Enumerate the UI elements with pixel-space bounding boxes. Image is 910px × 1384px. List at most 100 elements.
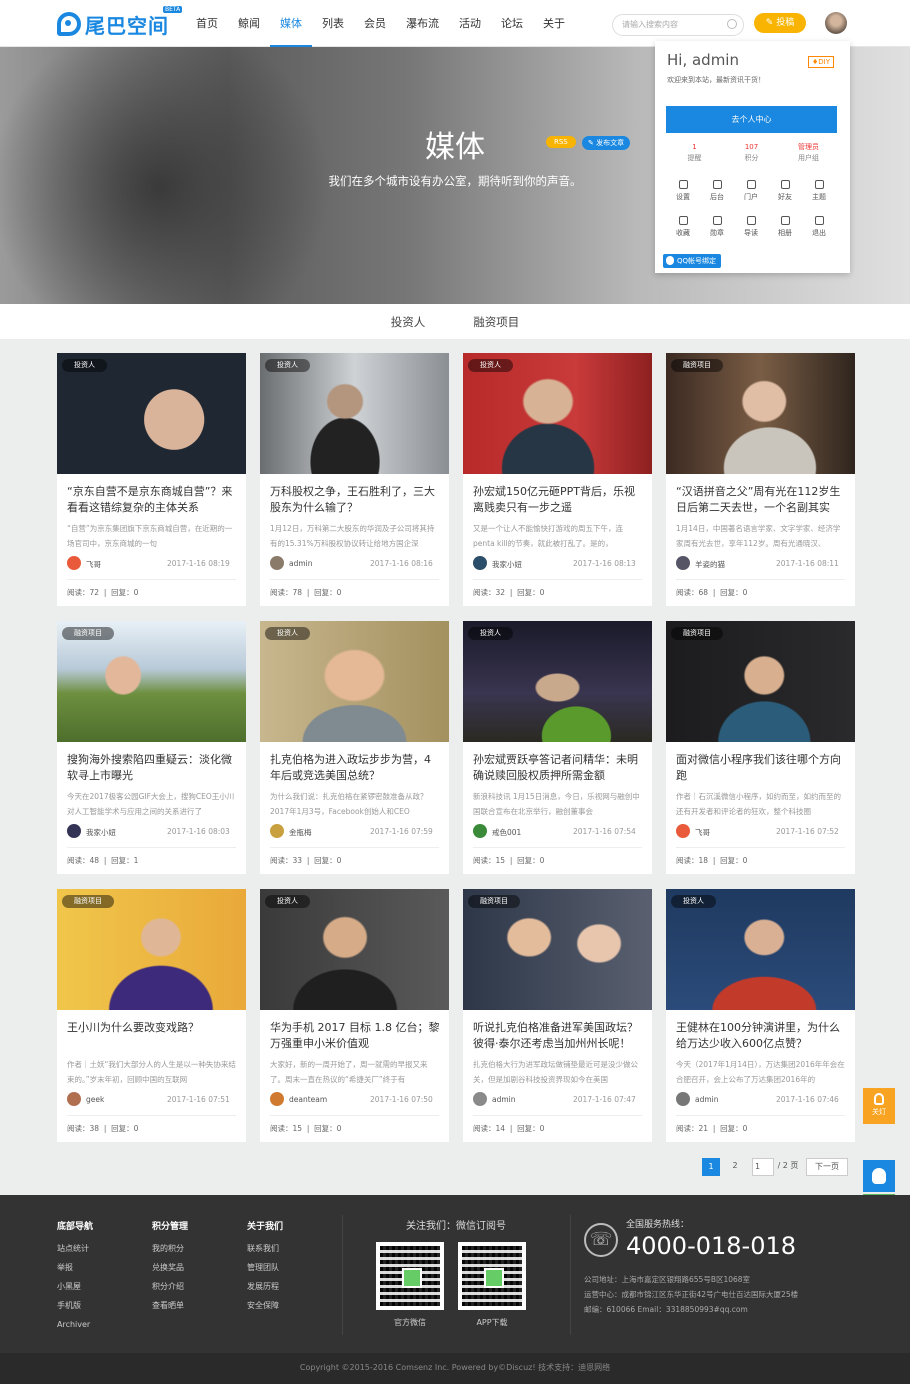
author-name[interactable]: 金瓶梅 bbox=[289, 827, 312, 838]
qq-bind-button[interactable]: QQ帐号绑定 bbox=[663, 254, 722, 268]
article-title[interactable]: 华为手机 2017 目标 1.8 亿台；黎万强重申小米价值观 bbox=[270, 1020, 440, 1052]
author-name[interactable]: deanteam bbox=[289, 1095, 327, 1104]
article-thumbnail[interactable]: 投资人 bbox=[463, 353, 652, 474]
nav-events[interactable]: 活动 bbox=[449, 0, 491, 47]
footer-link[interactable]: 我的积分 bbox=[152, 1239, 188, 1258]
article-title[interactable]: 王小川为什么要改变戏路？ bbox=[67, 1020, 237, 1052]
page-2[interactable]: 2 bbox=[726, 1158, 744, 1176]
category-tag[interactable]: 融资项目 bbox=[671, 627, 723, 640]
menu-medals[interactable]: 勋章 bbox=[700, 214, 734, 250]
author-name[interactable]: 羊姿的猫 bbox=[695, 559, 725, 570]
article-card[interactable]: 融资项目 王小川为什么要改变戏路？ 作者｜土妖“我们大部分人的人生是以一种失协来结束… bbox=[57, 889, 246, 1142]
user-avatar[interactable] bbox=[825, 12, 847, 34]
nav-waterfall[interactable]: 瀑布流 bbox=[396, 0, 449, 47]
nav-about[interactable]: 关于 bbox=[533, 0, 575, 47]
footer-link[interactable]: 查看晒单 bbox=[152, 1296, 188, 1315]
article-thumbnail[interactable]: 投资人 bbox=[666, 889, 855, 1010]
author-name[interactable]: admin bbox=[289, 559, 313, 568]
qq-float-button[interactable] bbox=[863, 1160, 895, 1192]
category-tag[interactable]: 融资项目 bbox=[671, 359, 723, 372]
article-title[interactable]: “京东自营不是京东商城自营”？来看看这错综复杂的主体关系 bbox=[67, 484, 237, 516]
tab-funding-projects[interactable]: 融资项目 bbox=[461, 304, 531, 339]
nav-media[interactable]: 媒体 bbox=[270, 0, 312, 47]
article-title[interactable]: 听说扎克伯格准备进军美国政坛？彼得·泰尔还考虑当加州州长呢！ bbox=[473, 1020, 643, 1052]
category-tag[interactable]: 投资人 bbox=[62, 359, 107, 372]
tab-investors[interactable]: 投资人 bbox=[379, 304, 438, 339]
menu-favorites[interactable]: 收藏 bbox=[666, 214, 700, 250]
next-page-button[interactable]: 下一页 bbox=[806, 1158, 848, 1176]
article-title[interactable]: 万科股权之争，王石胜利了，三大股东为什么输了？ bbox=[270, 484, 440, 516]
stat-usergroup[interactable]: 管理员 用户组 bbox=[780, 142, 837, 164]
category-tag[interactable]: 投资人 bbox=[265, 627, 310, 640]
site-logo[interactable]: 尾巴空间 BETA bbox=[57, 6, 183, 38]
author-avatar[interactable] bbox=[67, 1092, 81, 1106]
author-name[interactable]: geek bbox=[86, 1095, 104, 1104]
page-input[interactable]: 1 bbox=[752, 1158, 774, 1176]
article-card[interactable]: 融资项目 搜狗海外搜索陷四重疑云：淡化微软寻上市曝光 今天在2017极客公园GIF大… bbox=[57, 621, 246, 874]
diy-button[interactable]: ♦DIY bbox=[808, 56, 835, 68]
nav-forum[interactable]: 论坛 bbox=[491, 0, 533, 47]
user-center-button[interactable]: 去个人中心 bbox=[666, 106, 837, 133]
menu-settings[interactable]: 设置 bbox=[666, 178, 700, 214]
nav-members[interactable]: 会员 bbox=[354, 0, 396, 47]
article-thumbnail[interactable]: 融资项目 bbox=[57, 889, 246, 1010]
light-toggle-button[interactable]: 关灯 bbox=[863, 1088, 895, 1124]
category-tag[interactable]: 投资人 bbox=[468, 359, 513, 372]
menu-friends[interactable]: 好友 bbox=[768, 178, 802, 214]
author-avatar[interactable] bbox=[67, 824, 81, 838]
footer-link[interactable]: 积分介绍 bbox=[152, 1277, 188, 1296]
category-tag[interactable]: 投资人 bbox=[468, 627, 513, 640]
menu-album[interactable]: 相册 bbox=[768, 214, 802, 250]
author-avatar[interactable] bbox=[67, 556, 81, 570]
article-thumbnail[interactable]: 投资人 bbox=[260, 889, 449, 1010]
stat-reminders[interactable]: 1 提醒 bbox=[666, 142, 723, 164]
author-avatar[interactable] bbox=[270, 824, 284, 838]
article-card[interactable]: 融资项目 “汉语拼音之父”周有光在112岁生日后第二天去世，一个名副其实 1月14日… bbox=[666, 353, 855, 606]
footer-link[interactable]: 安全保障 bbox=[247, 1296, 283, 1315]
article-thumbnail[interactable]: 投资人 bbox=[260, 353, 449, 474]
menu-admin[interactable]: 后台 bbox=[700, 178, 734, 214]
category-tag[interactable]: 投资人 bbox=[265, 895, 310, 908]
menu-guide[interactable]: 导读 bbox=[734, 214, 768, 250]
menu-threads[interactable]: 主题 bbox=[802, 178, 836, 214]
footer-link[interactable]: 举报 bbox=[57, 1258, 93, 1277]
article-title[interactable]: 扎克伯格为进入政坛步步为营，4年后或竞选美国总统？ bbox=[270, 752, 440, 784]
article-card[interactable]: 投资人 王健林在100分钟演讲里，为什么给万达少收入600亿点赞？ 今天（2017年… bbox=[666, 889, 855, 1142]
author-avatar[interactable] bbox=[270, 1092, 284, 1106]
article-thumbnail[interactable]: 融资项目 bbox=[463, 889, 652, 1010]
category-tag[interactable]: 融资项目 bbox=[468, 895, 520, 908]
footer-link[interactable]: 手机版 bbox=[57, 1296, 93, 1315]
footer-link[interactable]: 兑换奖品 bbox=[152, 1258, 188, 1277]
author-avatar[interactable] bbox=[473, 1092, 487, 1106]
article-title[interactable]: 面对微信小程序我们该往哪个方向跑 bbox=[676, 752, 846, 784]
nav-home[interactable]: 首页 bbox=[186, 0, 228, 47]
search-icon[interactable] bbox=[727, 19, 737, 29]
publish-article-button[interactable]: ✎ 发布文章 bbox=[582, 136, 631, 150]
author-name[interactable]: 我家小妞 bbox=[492, 559, 522, 570]
article-title[interactable]: 搜狗海外搜索陷四重疑云：淡化微软寻上市曝光 bbox=[67, 752, 237, 784]
author-avatar[interactable] bbox=[270, 556, 284, 570]
author-name[interactable]: 飞哥 bbox=[86, 559, 101, 570]
author-name[interactable]: 戒色001 bbox=[492, 827, 521, 838]
article-card[interactable]: 投资人 扎克伯格为进入政坛步步为营，4年后或竞选美国总统？ 为什么我们说：扎克伯格在… bbox=[260, 621, 449, 874]
category-tag[interactable]: 投资人 bbox=[671, 895, 716, 908]
footer-link[interactable]: 站点统计 bbox=[57, 1239, 93, 1258]
post-button[interactable]: ✎ 投稿 bbox=[754, 13, 806, 33]
author-avatar[interactable] bbox=[676, 1092, 690, 1106]
page-1[interactable]: 1 bbox=[702, 1158, 720, 1176]
category-tag[interactable]: 投资人 bbox=[265, 359, 310, 372]
rss-button[interactable]: RSS bbox=[546, 136, 576, 148]
article-card[interactable]: 投资人 万科股权之争，王石胜利了，三大股东为什么输了？ 1月12日，万科第二大股东的… bbox=[260, 353, 449, 606]
author-avatar[interactable] bbox=[676, 824, 690, 838]
menu-logout[interactable]: 退出 bbox=[802, 214, 836, 250]
author-name[interactable]: 飞哥 bbox=[695, 827, 710, 838]
author-avatar[interactable] bbox=[473, 556, 487, 570]
article-title[interactable]: 孙宏斌150亿元砸PPT背后，乐视离贱卖只有一步之遥 bbox=[473, 484, 643, 516]
category-tag[interactable]: 融资项目 bbox=[62, 627, 114, 640]
article-thumbnail[interactable]: 融资项目 bbox=[57, 621, 246, 742]
nav-whale-news[interactable]: 鲸闻 bbox=[228, 0, 270, 47]
footer-link[interactable]: 发展历程 bbox=[247, 1277, 283, 1296]
author-avatar[interactable] bbox=[676, 556, 690, 570]
menu-portal[interactable]: 门户 bbox=[734, 178, 768, 214]
category-tag[interactable]: 融资项目 bbox=[62, 895, 114, 908]
